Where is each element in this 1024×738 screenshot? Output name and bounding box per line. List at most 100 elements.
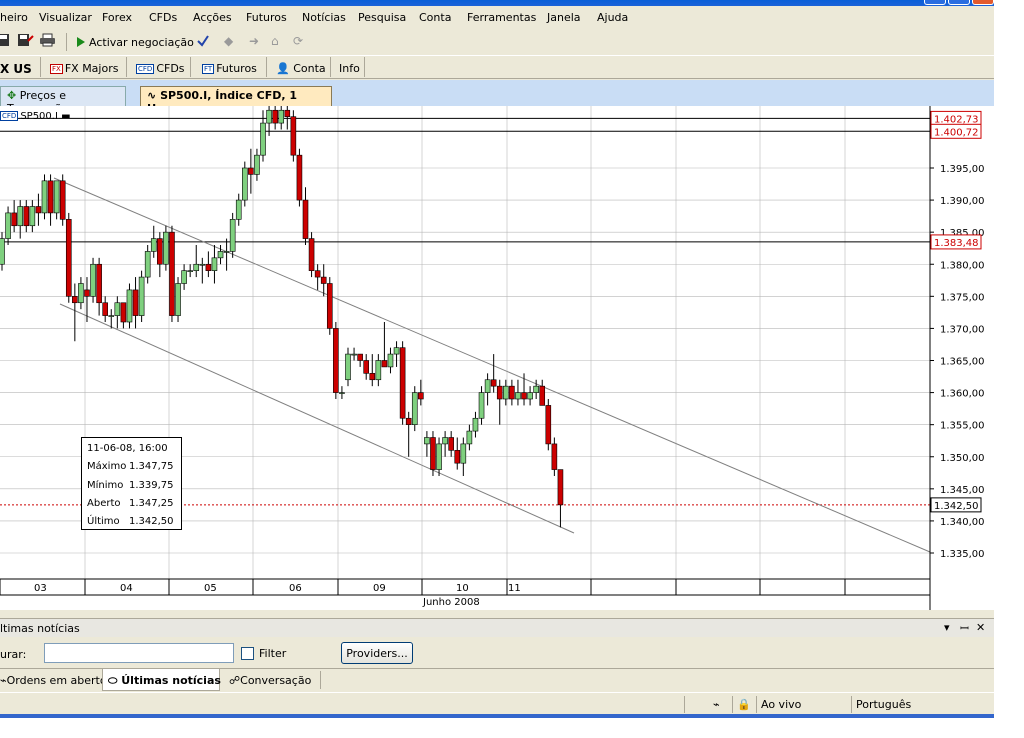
candle-body[interactable] [551, 443, 558, 470]
candle-body[interactable] [72, 296, 78, 304]
candle-body[interactable] [411, 392, 418, 425]
candle-body[interactable] [436, 443, 442, 470]
candle-body[interactable] [102, 302, 108, 316]
candle-body[interactable] [78, 283, 84, 304]
candle-body[interactable] [460, 443, 467, 464]
tab-ordens-em-aberto[interactable]: ⌁Ordens em aberto [0, 674, 107, 687]
candle-body[interactable] [314, 270, 321, 278]
candle-body[interactable] [29, 206, 36, 227]
filter-checkbox[interactable] [241, 647, 254, 660]
candle-body[interactable] [150, 238, 157, 252]
candle-body[interactable] [229, 219, 236, 252]
candle-body[interactable] [539, 385, 546, 406]
panel-pin-icon[interactable]: ꟷ [960, 621, 969, 636]
candle-body[interactable] [260, 122, 266, 156]
candle-body[interactable] [405, 417, 412, 425]
candle-body[interactable] [545, 405, 552, 445]
menu-janela[interactable]: Janela [547, 11, 581, 24]
candle-body[interactable] [515, 392, 521, 400]
candle-body[interactable] [84, 289, 90, 297]
candle-body[interactable] [114, 302, 121, 316]
candle-body[interactable] [393, 347, 400, 355]
menu-ajuda[interactable]: Ajuda [597, 11, 628, 24]
candle-body[interactable] [205, 263, 212, 271]
providers-button[interactable]: Providers... [341, 642, 413, 664]
tab-info[interactable]: Info [339, 62, 360, 75]
candle-body[interactable] [363, 360, 370, 374]
candle-body[interactable] [223, 251, 230, 253]
play-icon[interactable] [76, 36, 86, 51]
menu-ficheiro[interactable]: heiro [0, 11, 28, 24]
menu-pesquisa[interactable]: Pesquisa [358, 11, 406, 24]
close-window-button[interactable] [972, 0, 994, 5]
tab-fx-majors[interactable]: FX FX Majors [50, 62, 118, 75]
candle-body[interactable] [478, 392, 485, 419]
candle-body[interactable] [0, 238, 5, 265]
candle-body[interactable] [369, 373, 376, 381]
candle-body[interactable] [320, 276, 327, 284]
candle-body[interactable] [11, 212, 17, 227]
candle-body[interactable] [199, 263, 206, 266]
candle-body[interactable] [235, 199, 242, 220]
candle-body[interactable] [120, 302, 127, 323]
candle-body[interactable] [59, 180, 66, 220]
candle-body[interactable] [5, 212, 11, 239]
candle-body[interactable] [472, 417, 479, 432]
candle-body[interactable] [211, 257, 218, 271]
candle-body[interactable] [266, 109, 272, 124]
candle-body[interactable] [242, 167, 248, 201]
candle-body[interactable] [496, 385, 503, 400]
candle-body[interactable] [193, 263, 200, 271]
candle-body[interactable] [90, 263, 96, 297]
print-icon[interactable] [40, 33, 56, 50]
candle-body[interactable] [35, 206, 42, 214]
tab-cfds[interactable]: CFD CFDs [136, 62, 185, 75]
candle-body[interactable] [381, 360, 388, 368]
tab-sp500-chart[interactable]: ∿ SP500.I, Índice CFD, 1 Hora [140, 86, 332, 115]
candle-body[interactable] [387, 353, 394, 368]
candle-body[interactable] [284, 109, 291, 117]
candle-body[interactable] [278, 109, 285, 124]
candle-body[interactable] [466, 430, 473, 445]
candle-body[interactable] [157, 238, 163, 265]
menu-visualizar[interactable]: Visualizar [39, 11, 92, 24]
candle-body[interactable] [187, 270, 193, 272]
candle-body[interactable] [248, 167, 254, 175]
activate-trading-button[interactable]: Activar negociação [89, 36, 194, 49]
candle-body[interactable] [163, 231, 169, 265]
candle-body[interactable] [144, 251, 151, 278]
candle-body[interactable] [175, 283, 181, 316]
candle-body[interactable] [17, 206, 24, 227]
candle-body[interactable] [132, 289, 139, 316]
panel-close-icon[interactable]: ✕ [976, 621, 985, 634]
candle-body[interactable] [351, 353, 357, 356]
candle-body[interactable] [65, 219, 72, 297]
candle-body[interactable] [533, 385, 539, 393]
candle-body[interactable] [345, 353, 351, 381]
check-icon[interactable] [196, 34, 210, 51]
tab-precos-transaccao[interactable]: ✥ Preços e Transacção [0, 86, 126, 115]
candle-body[interactable] [430, 437, 436, 470]
candle-body[interactable] [108, 315, 115, 317]
candle-body[interactable] [217, 251, 224, 259]
tab-ultimas-noticias[interactable]: ⬭ Últimas notícias [108, 674, 221, 688]
price-chart[interactable]: 03 04 05 06 09 10 11 1.335,00 1.340,00 1.345,00 1… [0, 106, 994, 610]
menu-cfds[interactable]: CFDs [149, 11, 177, 24]
candle-body[interactable] [296, 154, 303, 201]
candle-body[interactable] [490, 379, 497, 387]
candle-body[interactable] [399, 347, 406, 419]
candle-body[interactable] [308, 238, 315, 271]
candle-body[interactable] [272, 109, 278, 124]
candle-body[interactable] [484, 379, 491, 393]
candle-body[interactable] [503, 385, 509, 400]
candle-body[interactable] [333, 328, 339, 393]
candle-body[interactable] [169, 231, 175, 316]
candle-body[interactable] [527, 392, 533, 400]
save-icon[interactable] [0, 33, 10, 50]
candle-body[interactable] [375, 360, 382, 381]
tab-x-us[interactable]: X US [0, 62, 32, 76]
home-icon[interactable]: ⌂ [271, 34, 279, 48]
menu-forex[interactable]: Forex [102, 11, 132, 24]
refresh-icon[interactable]: ⟳ [293, 34, 303, 48]
candle-body[interactable] [181, 270, 187, 284]
